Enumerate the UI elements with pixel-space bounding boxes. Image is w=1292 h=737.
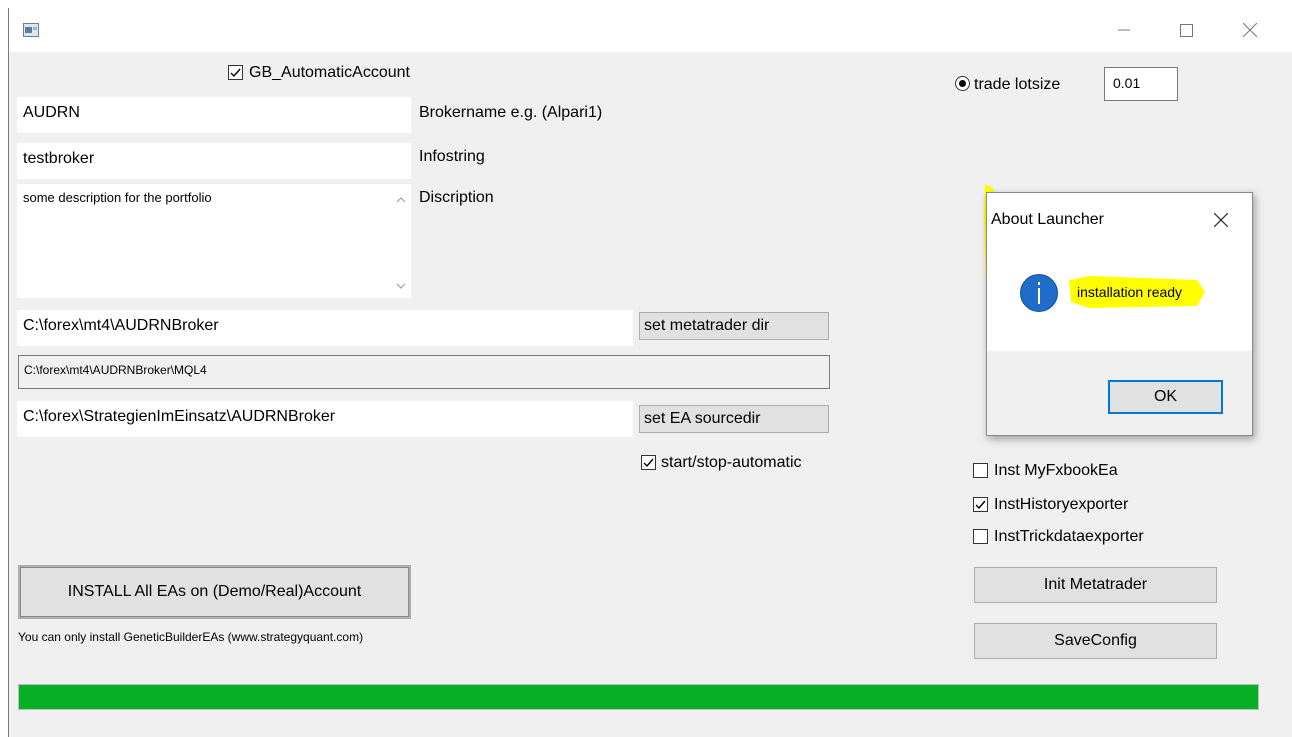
trade-lotsize-input[interactable]: 0.01 <box>1104 67 1178 101</box>
radio-dot <box>959 80 966 87</box>
infostring-label: Infostring <box>419 148 485 165</box>
metatrader-dir-input[interactable]: C:\forex\mt4\AUDRNBroker <box>17 310 633 346</box>
minimize-icon[interactable] <box>1093 8 1155 52</box>
mql4-dir-display: C:\forex\mt4\AUDRNBroker\MQL4 <box>18 355 830 389</box>
dialog-ok-button[interactable]: OK <box>1108 380 1223 414</box>
inst-trickdataexporter-label: InstTrickdataexporter <box>994 528 1144 545</box>
progress-bar <box>18 684 1259 710</box>
description-textarea[interactable]: some description for the portfolio <box>17 184 411 298</box>
install-all-eas-button[interactable]: INSTALL All EAs on (Demo/Real)Account <box>18 565 411 619</box>
inst-myfxbookea-label: Inst MyFxbookEa <box>994 462 1118 479</box>
launcher-window: GB_AutomaticAccount AUDRN Brokername e.g… <box>8 8 1292 737</box>
set-ea-sourcedir-button[interactable]: set EA sourcedir <box>639 405 829 433</box>
install-note: You can only install GeneticBuilderEAs (… <box>18 630 364 644</box>
save-config-button[interactable]: SaveConfig <box>974 623 1217 659</box>
dialog-message: installation ready <box>1077 284 1183 300</box>
title-bar <box>9 8 1292 52</box>
dialog-title: About Launcher <box>991 211 1104 228</box>
set-metatrader-dir-button[interactable]: set metatrader dir <box>639 312 829 340</box>
close-icon[interactable] <box>1219 8 1281 52</box>
init-metatrader-button[interactable]: Init Metatrader <box>974 567 1217 603</box>
app-icon <box>23 23 39 37</box>
description-scrollbar[interactable] <box>393 186 409 296</box>
brokername-input[interactable]: AUDRN <box>17 97 411 133</box>
maximize-icon[interactable] <box>1155 8 1217 52</box>
progress-fill <box>19 685 1258 709</box>
description-label: Discription <box>419 189 494 206</box>
brokername-label: Brokername e.g. (Alpari1) <box>419 104 603 121</box>
inst-historyexporter-checkbox[interactable] <box>973 497 988 512</box>
about-dialog: About Launcher installation ready OK <box>986 192 1253 436</box>
start-stop-automatic-checkbox[interactable] <box>641 455 656 470</box>
inst-myfxbookea-checkbox[interactable] <box>973 463 988 478</box>
infostring-input[interactable]: testbroker <box>17 143 411 179</box>
ea-sourcedir-input[interactable]: C:\forex\StrategienImEinsatz\AUDRNBroker <box>17 401 633 437</box>
gb-automatic-account-checkbox[interactable] <box>228 65 243 80</box>
inst-historyexporter-label: InstHistoryexporter <box>994 496 1129 513</box>
trade-lotsize-label: trade lotsize <box>974 76 1061 93</box>
trade-lotsize-radio[interactable] <box>955 76 970 91</box>
start-stop-automatic-label: start/stop-automatic <box>661 454 802 471</box>
gb-automatic-account-label: GB_AutomaticAccount <box>249 64 410 81</box>
inst-trickdataexporter-checkbox[interactable] <box>973 529 988 544</box>
info-icon <box>1020 274 1058 312</box>
dialog-close-icon[interactable] <box>1210 209 1232 231</box>
